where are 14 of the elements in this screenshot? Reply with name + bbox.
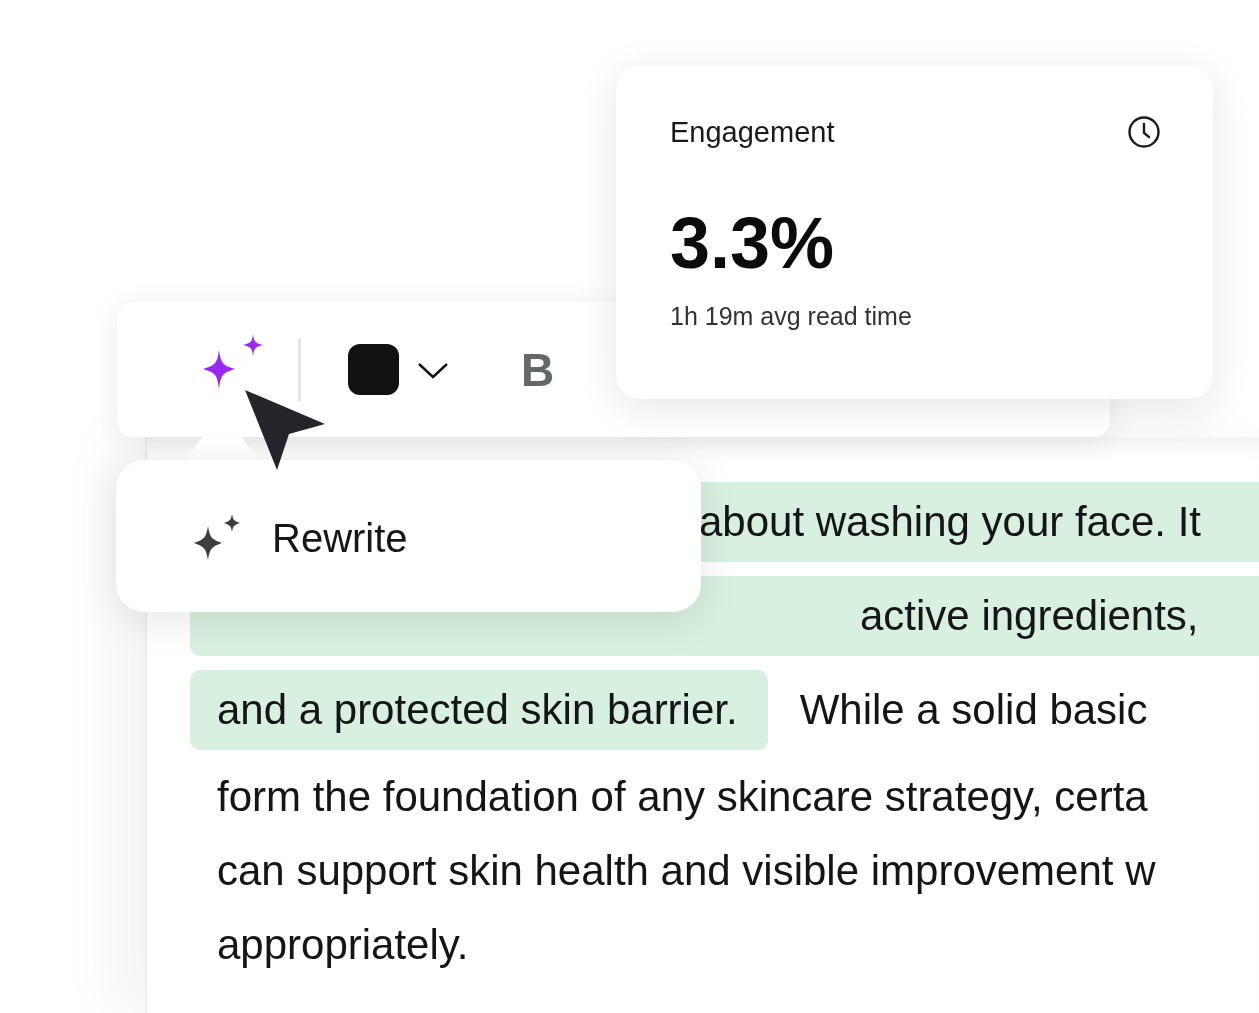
metric-caption: 1h 19m avg read time [670, 302, 913, 331]
chevron-down-icon[interactable] [417, 360, 449, 379]
rewrite-menu-item[interactable]: Rewrite [188, 512, 408, 564]
color-swatch[interactable] [348, 344, 399, 395]
clock-icon[interactable] [1127, 115, 1161, 149]
highlighted-text: and a protected skin barrier. [190, 670, 768, 750]
paragraph-text: form the foundation of any skincare strategy, certa [216, 773, 1148, 821]
cursor-arrow-icon [243, 388, 327, 472]
bold-button[interactable]: B [521, 342, 555, 397]
metric-value: 3.3% [670, 202, 836, 284]
paragraph-text: can support skin health and visible improvement w [216, 847, 1156, 895]
paragraph-text: appropriately. [216, 921, 469, 969]
card-title: Engagement [670, 115, 835, 149]
paragraph-text: While a solid basic [798, 686, 1148, 734]
